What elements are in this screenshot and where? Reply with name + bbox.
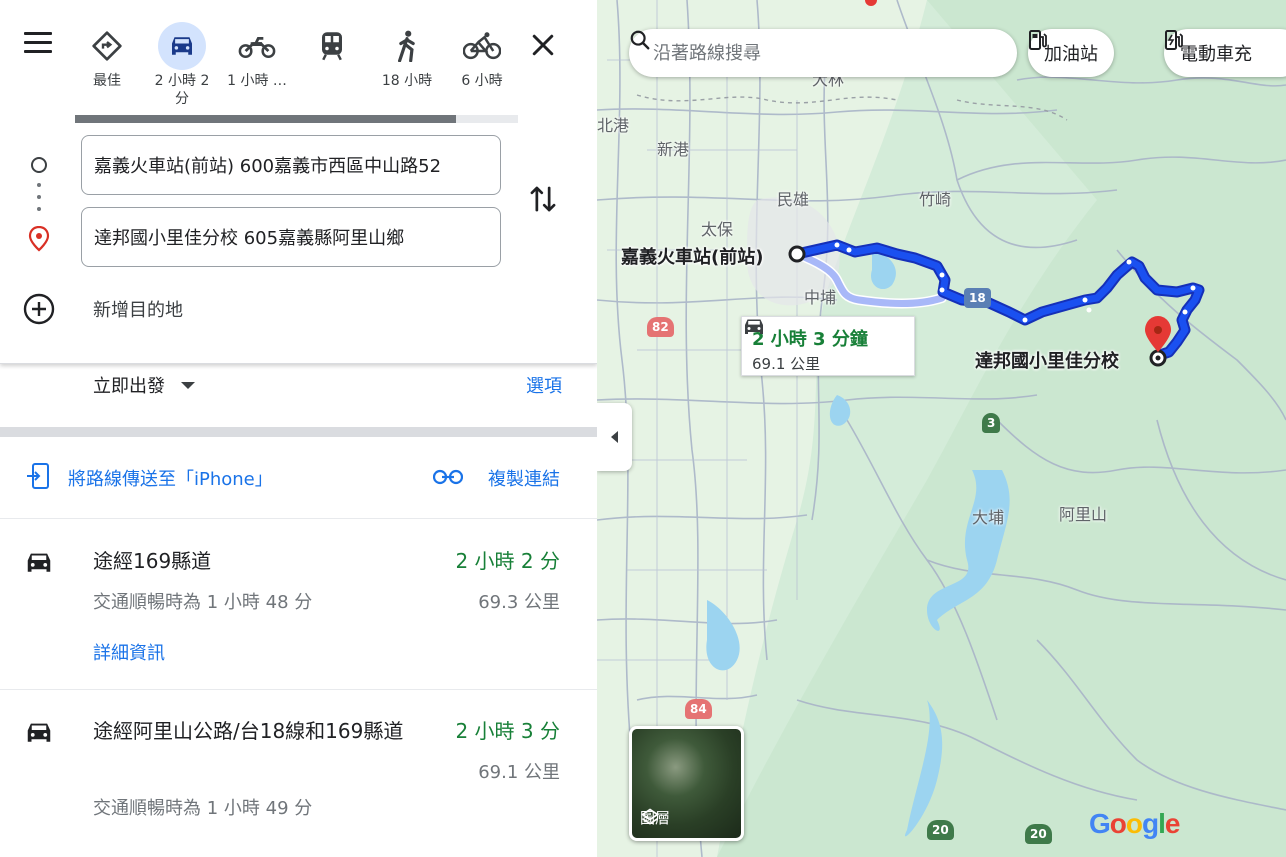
close-icon (532, 34, 554, 56)
map-label-beigang: 北港 (597, 116, 630, 135)
map-label-zhongpu: 中埔 (804, 288, 837, 307)
map-canvas[interactable]: 北港 新港 民雄 竹崎 太保 中埔 大埔 阿里山 大林 82 18 3 84 2… (597, 0, 1286, 857)
gas-station-icon (1029, 30, 1047, 50)
train-icon (308, 22, 356, 70)
chip-gas-stations-label: 加油站 (1044, 44, 1098, 65)
route-traffic-note: 交通順暢時為 1 小時 49 分 (93, 798, 313, 819)
route-title: 途經阿里山公路/台18線和169縣道 (93, 719, 404, 743)
mode-cycling-label: 6 小時 (461, 73, 503, 89)
map-label-dapu: 大埔 (972, 508, 1005, 527)
map-label-taibao: 太保 (701, 220, 734, 239)
google-maps-directions: 最佳 2 小時 2 分 1 小時 … 18 小時 6 小時 嘉義火車站(前站) … (0, 0, 1286, 857)
mode-transit[interactable] (300, 22, 364, 72)
route-traffic-note: 交通順暢時為 1 小時 48 分 (93, 592, 313, 613)
mode-driving[interactable]: 2 小時 2 分 (150, 22, 214, 108)
walking-icon (383, 22, 431, 70)
road-shield-20a: 20 (927, 820, 954, 840)
origin-input[interactable] (94, 154, 488, 176)
directions-header: 最佳 2 小時 2 分 1 小時 … 18 小時 6 小時 嘉義火車站(前站) … (0, 0, 597, 364)
car-icon (158, 22, 206, 70)
origin-field[interactable] (81, 135, 501, 195)
road-shield-82: 82 (647, 317, 674, 337)
divider (0, 518, 597, 519)
chip-gas-stations[interactable]: 加油站 (1028, 29, 1114, 77)
mode-best-label: 最佳 (93, 73, 121, 89)
road-shield-18: 18 (964, 288, 991, 308)
caret-down-icon (181, 381, 195, 389)
send-to-device-icon[interactable] (26, 463, 50, 489)
route-duration: 2 小時 2 分 (455, 549, 560, 573)
road-shield-20b: 20 (1025, 824, 1052, 844)
layers-icon (640, 808, 660, 825)
collapse-panel-button[interactable] (597, 403, 632, 471)
mode-cycling[interactable]: 6 小時 (450, 22, 514, 90)
origin-map-label[interactable]: 嘉義火車站(前站) (621, 243, 763, 269)
road-shield-84: 84 (685, 699, 712, 719)
destination-field[interactable] (81, 207, 501, 267)
car-icon (745, 319, 763, 334)
close-directions-button[interactable] (528, 30, 558, 60)
google-logo: Google (1089, 808, 1180, 839)
mode-motorcycle[interactable]: 1 小時 … (225, 22, 289, 90)
section-divider (0, 427, 597, 437)
menu-button[interactable] (24, 32, 56, 60)
motorcycle-icon (233, 22, 281, 70)
search-icon (630, 30, 650, 50)
mode-loading-bar (75, 115, 518, 123)
route-distance: 69.1 公里 (478, 762, 560, 783)
mode-motorcycle-label: 1 小時 … (227, 73, 287, 89)
directions-panel: 最佳 2 小時 2 分 1 小時 … 18 小時 6 小時 嘉義火車站(前站) … (0, 0, 597, 857)
destination-input[interactable] (94, 226, 488, 248)
route-callout[interactable]: 2 小時 3 分鐘 69.1 公里 (741, 316, 915, 376)
swap-arrows-icon (530, 186, 556, 212)
swap-button[interactable] (528, 183, 558, 215)
map-label-minxiong: 民雄 (777, 190, 810, 209)
add-circle-icon (23, 293, 55, 325)
route-dots-icon (37, 183, 41, 219)
map-label-zhuqi: 竹崎 (919, 190, 952, 209)
mode-walking[interactable]: 18 小時 (375, 22, 439, 90)
origin-circle-icon (31, 157, 47, 173)
car-icon (27, 553, 51, 572)
add-destination-button[interactable] (23, 293, 55, 325)
bicycle-icon (458, 22, 506, 70)
add-destination-label[interactable]: 新增目的地 (93, 296, 183, 322)
layers-button[interactable]: 圖層 (629, 726, 744, 841)
map-label-xingang: 新港 (657, 140, 690, 159)
chip-ev-charging[interactable]: 電動車充 (1164, 29, 1286, 77)
share-row: 將路線傳送至「iPhone」 複製連結 (0, 455, 597, 500)
copy-link-button[interactable]: 複製連結 (488, 465, 560, 491)
destination-map-label[interactable]: 達邦國小里佳分校 (975, 347, 1119, 373)
route-distance: 69.3 公里 (478, 592, 560, 613)
chip-ev-charging-label: 電動車充 (1180, 44, 1252, 65)
menu-icon (24, 32, 52, 35)
mode-walking-label: 18 小時 (381, 73, 433, 89)
search-along-route[interactable] (629, 29, 1017, 77)
route-details-link[interactable]: 詳細資訊 (93, 639, 165, 665)
options-link[interactable]: 選項 (526, 372, 562, 398)
route-option-2[interactable]: 途經阿里山公路/台18線和169縣道 2 小時 3 分 69.1 公里 交通順暢… (0, 715, 597, 857)
route-option-1[interactable]: 途經169縣道 2 小時 2 分 交通順暢時為 1 小時 48 分 69.3 公… (0, 545, 597, 689)
divider (0, 689, 597, 690)
mode-driving-label: 2 小時 2 分 (154, 73, 210, 107)
route-title: 途經169縣道 (93, 549, 212, 573)
chevron-left-icon (611, 431, 618, 443)
link-icon[interactable] (433, 469, 463, 485)
route-duration: 2 小時 3 分 (455, 719, 560, 743)
ev-charging-icon (1165, 30, 1183, 50)
search-along-route-input[interactable] (653, 42, 973, 64)
car-icon (27, 723, 51, 742)
callout-duration: 2 小時 3 分鐘 (752, 329, 868, 350)
map-label-alishan: 阿里山 (1059, 505, 1108, 524)
send-to-phone-link[interactable]: 將路線傳送至「iPhone」 (68, 465, 273, 491)
depart-label: 立即出發 (93, 376, 165, 397)
depart-now-dropdown[interactable]: 立即出發 (93, 372, 195, 398)
destination-pin-icon (28, 226, 50, 252)
road-shield-3: 3 (982, 413, 1001, 433)
mode-best[interactable]: 最佳 (75, 22, 139, 90)
directions-diamond-icon (83, 22, 131, 70)
callout-distance: 69.1 公里 (752, 355, 821, 373)
